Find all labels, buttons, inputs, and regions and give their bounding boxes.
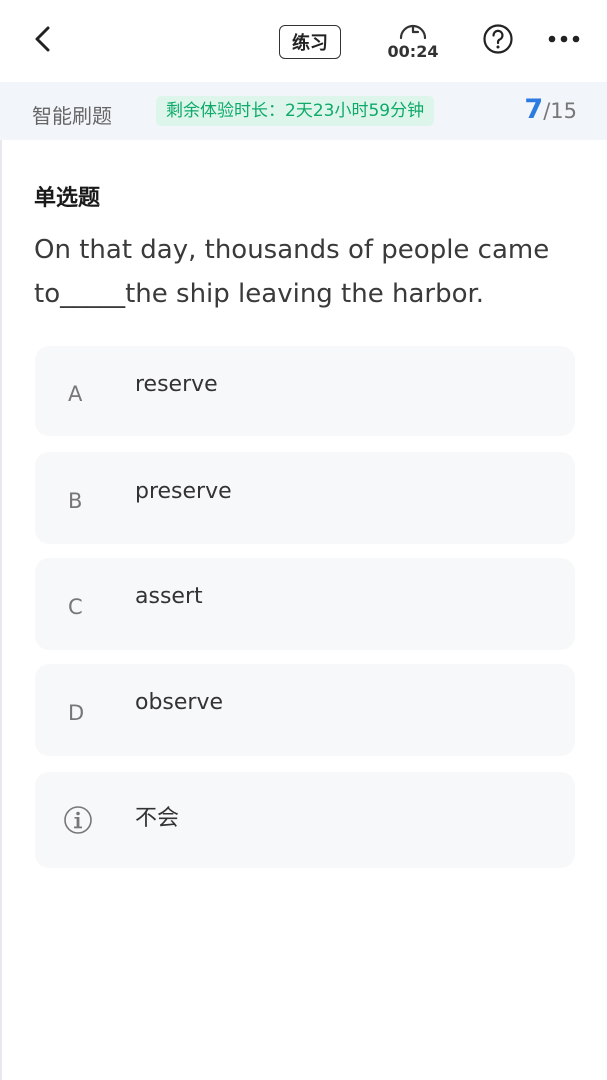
- option-text: reserve: [135, 372, 218, 397]
- question-progress: 7/15: [524, 94, 577, 125]
- question-circle-icon[interactable]: [482, 23, 514, 55]
- option-letter: B: [68, 489, 83, 513]
- question-type-label: 单选题: [34, 186, 101, 211]
- top-bar: 练习 00:24: [0, 0, 607, 82]
- more-dots-icon[interactable]: [546, 28, 582, 50]
- timer-value: 00:24: [387, 42, 439, 61]
- trial-remaining-badge: 剩余体验时长：2天23小时59分钟: [156, 96, 435, 126]
- total-questions: /15: [543, 99, 577, 123]
- left-edge-divider: [0, 140, 2, 1080]
- info-bar: 智能刷题 剩余体验时长：2天23小时59分钟 7/15: [0, 82, 607, 140]
- option-letter: A: [68, 382, 83, 406]
- option-text: observe: [135, 690, 224, 715]
- practice-mode-title: 智能刷题: [32, 104, 112, 128]
- chevron-left-icon[interactable]: [28, 20, 62, 60]
- option-a[interactable]: A reserve: [35, 346, 575, 436]
- question-text: On that day, thousands of people came to…: [34, 235, 550, 309]
- option-letter: C: [68, 595, 83, 619]
- option-text: assert: [135, 584, 203, 609]
- mode-badge: 练习: [279, 25, 341, 59]
- info-circle-icon: [64, 806, 92, 834]
- stopwatch-icon: [399, 24, 427, 40]
- option-text: preserve: [135, 479, 232, 504]
- timer[interactable]: 00:24: [384, 18, 442, 66]
- option-b[interactable]: B preserve: [35, 452, 575, 544]
- dont-know-text: 不会: [135, 806, 180, 831]
- current-question-number: 7: [524, 94, 544, 125]
- option-d[interactable]: D observe: [35, 664, 575, 756]
- dont-know-option[interactable]: 不会: [35, 772, 575, 868]
- option-c[interactable]: C assert: [35, 558, 575, 650]
- option-letter: D: [68, 701, 85, 725]
